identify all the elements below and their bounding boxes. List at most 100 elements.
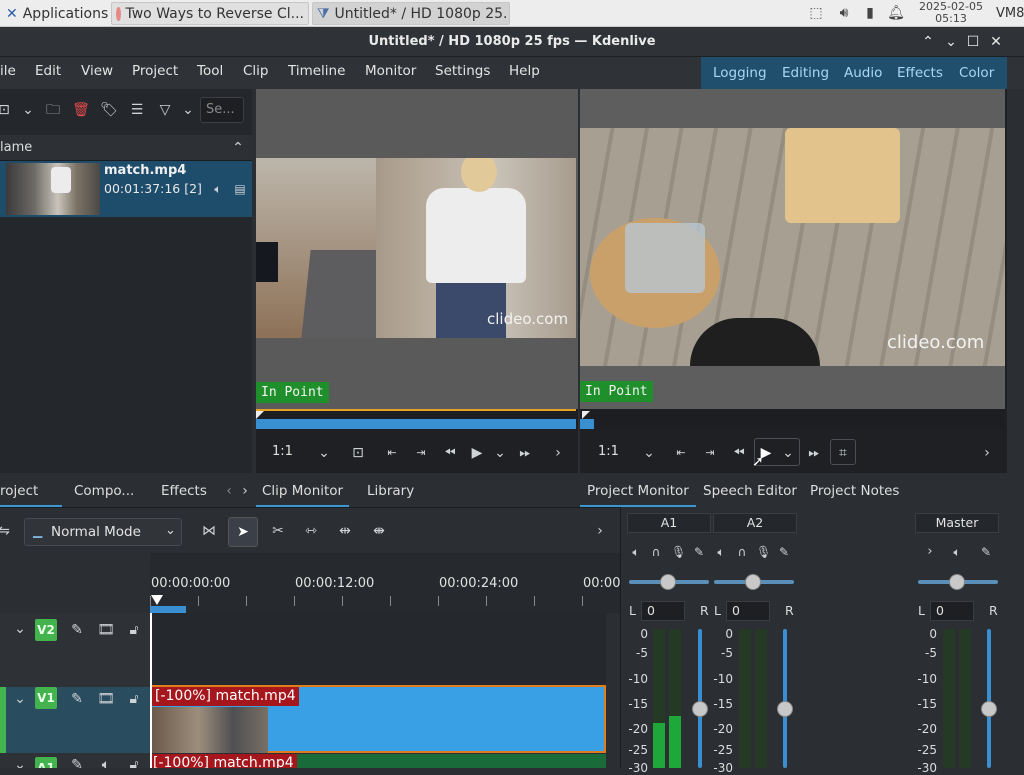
clip-a1[interactable]: [-100%] match.mp4	[150, 754, 606, 768]
menu-project[interactable]: Project	[132, 63, 178, 79]
menu-edit[interactable]: Edit	[35, 63, 61, 79]
a1-fader-track[interactable]	[698, 629, 702, 768]
project-zoom-label[interactable]: 1:1	[598, 444, 619, 459]
chevron-down-icon[interactable]: ⌄	[10, 690, 30, 708]
notifications-bell-icon[interactable]: 🔔︎	[886, 4, 906, 22]
lock-icon[interactable]: 🔓︎	[123, 690, 145, 708]
add-clip-icon[interactable]: ⊡	[0, 101, 12, 119]
list-view-icon[interactable]: ☰	[128, 101, 146, 119]
tab-speech-editor[interactable]: Speech Editor	[703, 483, 797, 499]
a1-balance-spinbox[interactable]: 0	[641, 601, 685, 621]
set-out-point-icon[interactable]: ⇥	[413, 444, 429, 462]
volume-icon[interactable]: 🔊︎	[834, 4, 854, 22]
record-mic-icon[interactable]: 🎙︎	[756, 543, 771, 561]
effects-icon[interactable]: ✎	[692, 543, 706, 561]
chevron-down-icon[interactable]: ⌄	[781, 444, 795, 462]
chevron-down-icon[interactable]: ⌄	[20, 101, 36, 119]
chevron-down-icon[interactable]: ⌄	[493, 444, 507, 462]
clip-monitor-canvas[interactable]: clideo.com In Point	[256, 89, 578, 411]
tab-project-bin[interactable]: roject ...	[0, 477, 62, 515]
lock-icon[interactable]: 🔓︎	[123, 756, 145, 768]
film-icon[interactable]: 🎞︎	[95, 621, 117, 639]
play-icon[interactable]: ▶	[468, 444, 486, 462]
taskbar-task-browser[interactable]: Two Ways to Reverse Cl...	[111, 2, 309, 25]
multicam-tool-icon[interactable]: ⋈	[199, 522, 219, 540]
chevron-right-icon[interactable]: ›	[980, 444, 994, 462]
clipboard-icon[interactable]: ▮	[860, 4, 880, 22]
track-v2-lane[interactable]	[150, 613, 606, 687]
set-in-point-icon[interactable]: ⇤	[384, 444, 400, 462]
tab-library[interactable]: Library	[367, 483, 414, 499]
mute-icon[interactable]: 🔈︎	[714, 543, 728, 561]
chevron-right-icon[interactable]: ›	[923, 543, 937, 561]
network-icon[interactable]: ⬚	[806, 4, 826, 22]
filter-icon[interactable]: ▽	[156, 101, 174, 119]
tab-project-monitor[interactable]: Project Monitor	[580, 477, 696, 507]
chevron-down-icon[interactable]: ⌄	[316, 444, 332, 462]
chevron-down-icon[interactable]: ⌄	[10, 620, 30, 638]
settings-sliders-icon[interactable]: ⇋	[0, 522, 12, 540]
ripple-tool-icon[interactable]: ⇹	[335, 522, 355, 540]
layout-audio[interactable]: Audio	[844, 65, 882, 81]
layout-logging[interactable]: Logging	[713, 65, 767, 81]
film-icon[interactable]: 🎞︎	[95, 690, 117, 708]
bin-column-header[interactable]: lame ⌃	[0, 135, 252, 161]
solo-headphones-icon[interactable]: ∩	[649, 543, 663, 561]
a2-volume-knob[interactable]	[745, 574, 761, 590]
folder-icon[interactable]: 🗀	[44, 101, 62, 119]
mute-icon[interactable]: 🔈︎	[950, 543, 964, 561]
layout-editing[interactable]: Editing	[782, 65, 829, 81]
project-monitor-ruler[interactable]	[580, 409, 1005, 429]
fast-forward-icon[interactable]: ⏩︎	[516, 444, 534, 462]
taskbar-task-kdenlive[interactable]: ⧩ Untitled* / HD 1080p 25...	[312, 2, 510, 25]
fast-forward-icon[interactable]: ⏩︎	[805, 444, 823, 462]
chevron-down-icon[interactable]: ⌄	[641, 444, 657, 462]
chevron-left-icon[interactable]: ‹	[222, 482, 236, 500]
minimize-icon[interactable]: ⌄	[942, 33, 960, 51]
track-header-v2[interactable]: ⌄ V2 ✎ 🎞︎ 🔓︎	[0, 613, 150, 687]
speaker-icon[interactable]: 🔈︎	[95, 756, 117, 768]
a2-fader-track[interactable]	[783, 629, 787, 768]
chevron-down-icon[interactable]: ⌄	[180, 101, 196, 119]
a2-fader-knob[interactable]	[777, 701, 793, 717]
applications-menu[interactable]: ✕ Applications ⁝	[2, 2, 110, 25]
bin-search-input[interactable]: Se...	[200, 97, 244, 123]
tab-effects[interactable]: Effects	[161, 483, 207, 499]
set-in-point-icon[interactable]: ⇤	[673, 444, 689, 462]
menu-settings[interactable]: Settings	[435, 63, 490, 79]
clip-zoom-label[interactable]: 1:1	[272, 444, 293, 459]
tag-icon[interactable]: 🏷︎	[100, 101, 118, 119]
rewind-icon[interactable]: ⏪︎	[730, 444, 748, 462]
master-fader-track[interactable]	[987, 629, 991, 768]
a1-fader-knob[interactable]	[692, 701, 708, 717]
master-balance-spinbox[interactable]: 0	[930, 601, 974, 621]
menu-help[interactable]: Help	[509, 63, 540, 79]
track-a1-badge[interactable]: A1	[35, 757, 57, 768]
solo-headphones-icon[interactable]: ∩	[735, 543, 749, 561]
mute-icon[interactable]: 🔈︎	[629, 543, 643, 561]
menu-monitor[interactable]: Monitor	[365, 63, 416, 79]
effects-wand-icon[interactable]: ✎	[66, 621, 88, 639]
user-label[interactable]: VM8	[992, 2, 1024, 25]
set-out-point-icon[interactable]: ⇥	[702, 444, 718, 462]
razor-tool-icon[interactable]: ✂	[268, 522, 288, 540]
window-titlebar[interactable]: Untitled* / HD 1080p 25 fps — Kdenlive ⌃…	[0, 27, 1024, 57]
clip-v1[interactable]: [-100%] match.mp4	[150, 685, 606, 753]
layout-color[interactable]: Color	[959, 65, 994, 81]
track-v2-badge[interactable]: V2	[35, 619, 57, 641]
a1-volume-knob[interactable]	[660, 574, 676, 590]
bin-clip-item[interactable]: match.mp4 00:01:37:16 [2] 🔈︎ ▤	[0, 161, 252, 217]
chevron-up-icon[interactable]: ⌃	[230, 139, 246, 157]
lock-icon[interactable]: 🔓︎	[123, 621, 145, 639]
menu-view[interactable]: View	[81, 63, 113, 79]
close-icon[interactable]: ✕	[987, 33, 1005, 51]
clock[interactable]: 2025-02-05 05:13	[912, 1, 990, 25]
safe-zone-icon[interactable]: ⊡	[350, 444, 366, 462]
slip-tool-icon[interactable]: ⇼	[369, 522, 389, 540]
track-v1-badge[interactable]: V1	[35, 687, 57, 709]
layout-effects[interactable]: Effects	[897, 65, 943, 81]
menu-timeline[interactable]: Timeline	[288, 63, 345, 79]
tab-compositions[interactable]: Compo...	[74, 483, 134, 499]
rewind-icon[interactable]: ⏪︎	[441, 444, 459, 462]
clip-monitor-timebar[interactable]	[256, 419, 576, 429]
